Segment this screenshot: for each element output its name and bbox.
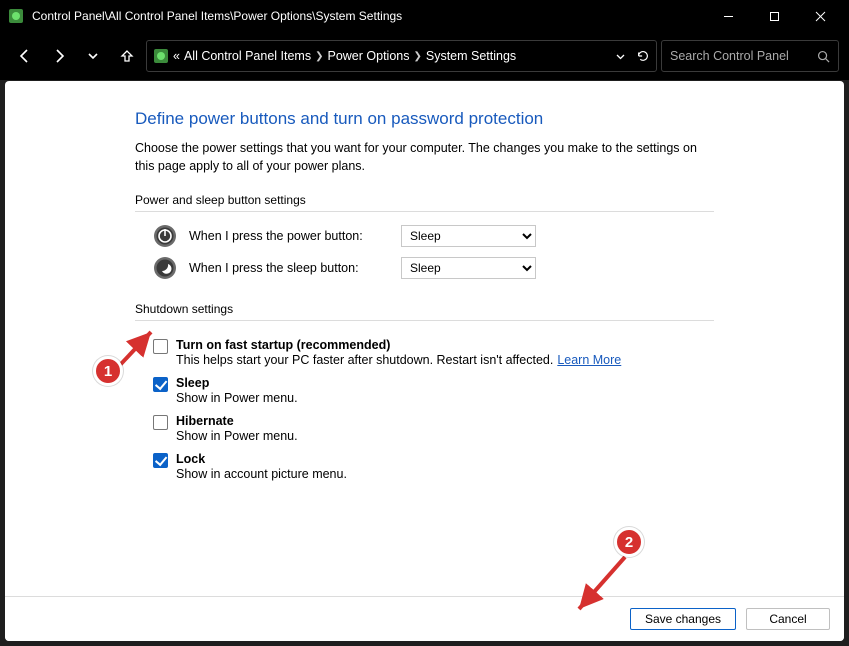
titlebar: Control Panel\All Control Panel Items\Po… — [0, 0, 849, 32]
breadcrumb-item[interactable]: System Settings — [426, 49, 516, 63]
minimize-button[interactable] — [705, 0, 751, 32]
checkbox-desc: Show in Power menu. — [176, 391, 298, 405]
address-bar[interactable]: « All Control Panel Items ❯ Power Option… — [146, 40, 657, 72]
checkbox-label: Sleep — [176, 376, 298, 390]
checkbox-hibernate[interactable]: Hibernate Show in Power menu. — [135, 409, 714, 447]
search-icon — [817, 50, 830, 63]
cancel-button[interactable]: Cancel — [746, 608, 830, 630]
page-heading: Define power buttons and turn on passwor… — [135, 109, 714, 129]
up-button[interactable] — [112, 41, 142, 71]
navbar: « All Control Panel Items ❯ Power Option… — [0, 32, 849, 80]
chevron-right-icon: ❯ — [315, 51, 323, 62]
checkbox-lock[interactable]: Lock Show in account picture menu. — [135, 447, 714, 485]
learn-more-link[interactable]: Learn More — [557, 353, 621, 367]
control-panel-icon — [153, 48, 169, 64]
checkbox-icon[interactable] — [153, 415, 168, 430]
section-title-shutdown: Shutdown settings — [135, 302, 714, 316]
divider — [135, 320, 714, 321]
checkbox-fast-startup[interactable]: Turn on fast startup (recommended) This … — [135, 333, 714, 371]
control-panel-icon — [8, 8, 24, 24]
checkbox-sleep[interactable]: Sleep Show in Power menu. — [135, 371, 714, 409]
back-button[interactable] — [10, 41, 40, 71]
power-button-label: When I press the power button: — [189, 229, 389, 243]
forward-button[interactable] — [44, 41, 74, 71]
sleep-button-label: When I press the sleep button: — [189, 261, 389, 275]
footer: Save changes Cancel — [5, 596, 844, 641]
power-button-select[interactable]: Sleep — [401, 225, 536, 247]
checkbox-icon[interactable] — [153, 339, 168, 354]
section-title-power: Power and sleep button settings — [135, 193, 714, 207]
checkbox-icon[interactable] — [153, 377, 168, 392]
checkbox-label: Turn on fast startup (recommended) — [176, 338, 621, 352]
search-placeholder: Search Control Panel — [670, 49, 789, 63]
checkbox-desc: Show in account picture menu. — [176, 467, 347, 481]
checkbox-label: Lock — [176, 452, 347, 466]
page-intro: Choose the power settings that you want … — [135, 139, 714, 175]
annotation-badge-2: 2 — [614, 527, 644, 557]
page-content: Define power buttons and turn on passwor… — [5, 81, 844, 641]
power-button-icon — [153, 224, 177, 248]
checkbox-desc: This helps start your PC faster after sh… — [176, 353, 621, 367]
checkbox-icon[interactable] — [153, 453, 168, 468]
window-title: Control Panel\All Control Panel Items\Po… — [32, 9, 402, 23]
maximize-button[interactable] — [751, 0, 797, 32]
breadcrumb-prefix: « — [173, 49, 180, 63]
sleep-button-select[interactable]: Sleep — [401, 257, 536, 279]
chevron-right-icon: ❯ — [413, 51, 421, 62]
chevron-down-icon[interactable] — [615, 51, 626, 62]
divider — [135, 211, 714, 212]
sleep-button-icon — [153, 256, 177, 280]
breadcrumb-item[interactable]: All Control Panel Items — [184, 49, 311, 63]
checkbox-label: Hibernate — [176, 414, 298, 428]
checkbox-desc: Show in Power menu. — [176, 429, 298, 443]
annotation-badge-1: 1 — [93, 356, 123, 386]
breadcrumb-item[interactable]: Power Options — [327, 49, 409, 63]
close-button[interactable] — [797, 0, 843, 32]
refresh-button[interactable] — [636, 49, 650, 63]
save-button[interactable]: Save changes — [630, 608, 736, 630]
search-input-wrapper[interactable]: Search Control Panel — [661, 40, 839, 72]
recent-locations-button[interactable] — [78, 41, 108, 71]
